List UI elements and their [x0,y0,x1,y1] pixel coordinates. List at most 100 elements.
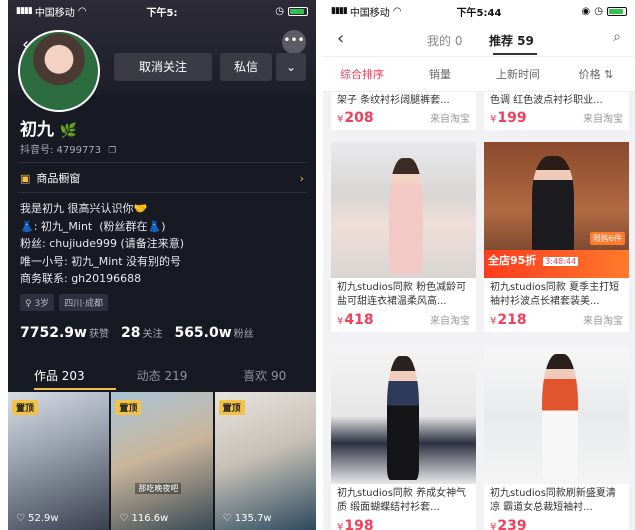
following-label: 关注 [142,329,163,340]
video-grid: 置顶 ♡ 52.9w 置顶 那吃晚夜吧 ♡ 116.6w 置顶 ♡ 135.7w [8,392,316,530]
status-time: 下午5:44 [456,7,502,19]
tab-liked[interactable]: 喜欢 90 [213,364,316,390]
product-card[interactable]: 色调 红色波点衬衫职业... ¥199 来自淘宝 [484,92,629,130]
product-image [331,142,476,278]
video-thumbnail[interactable]: 置顶 ♡ 52.9w [8,392,110,530]
chevron-right-icon: › [299,171,304,185]
product-title: 初九studios同款 粉色减龄可盐可甜连衣裙温柔风高... [337,282,467,307]
price-value: 208 [344,110,374,126]
sort-comprehensive[interactable]: 综合排序 [323,66,401,82]
likes-count: 7752.9w [20,325,87,341]
following-stat[interactable]: 28 关注 [121,322,162,341]
copy-icon[interactable]: ❐ [108,146,116,156]
product-title: 色调 红色波点衬衫职业... [490,95,603,106]
currency: ¥ [490,114,497,125]
status-bar: ▮▮▮▮ 中国移动 ◠ 下午5:44 ◉ ◷ [323,0,635,22]
shop-window-label: 商品橱窗 [36,172,81,185]
product-source: 来自淘宝 [430,114,470,125]
video-likes: ♡ 52.9w [16,513,59,524]
status-bar: ▮▮▮▮ 中国移动 ◠ 下午5: ◷ [8,0,316,22]
product-card[interactable]: 限购6件 全店95折 3:48:44 初九studios同款 夏季主打短袖衬衫波… [484,142,629,332]
profile-name-row: 初九 🌿 [20,115,77,140]
divider [18,162,306,163]
message-button[interactable]: 私信 [220,53,272,81]
pinned-badge: 置顶 [218,400,245,415]
product-title: 初九studios同款 养成女神气质 缎面蝴蝶结衬衫套... [337,488,467,513]
video-thumbnail[interactable]: 置顶 ♡ 135.7w [214,392,316,530]
product-price-row: ¥418 来自淘宝 [331,312,476,332]
sort-sales[interactable]: 销量 [401,66,479,82]
unfollow-button[interactable]: 取消关注 [114,53,212,81]
product-card[interactable]: 初九studios同款刷新盛夏清凉 霸道女总裁短袖衬... ¥239 [484,348,629,530]
model-figure [389,158,423,274]
douyin-profile-screen: ▮▮▮▮ 中国移动 ◠ 下午5: ◷ ‹ ••• 取消关注 私信 ⌄ 初九 🌿 … [8,0,316,530]
douyin-id-row: 抖音号: 4799773 ❐ [20,141,116,156]
alarm-icon: ◷ [594,5,603,17]
battery-icon [288,6,308,16]
product-title: 初九studios同款 夏季主打短袖衬衫波点长裙套装美... [490,282,620,307]
alarm-icon: ◷ [275,5,284,17]
model-figure [387,356,419,480]
lock-icon: ◉ [581,5,591,17]
signal-icon: ▮▮▮▮ [16,6,33,16]
video-caption: 那吃晚夜吧 [135,483,182,494]
video-thumbnail[interactable]: 置顶 那吃晚夜吧 ♡ 116.6w [111,392,213,530]
product-price-row: ¥208 来自淘宝 [331,110,476,130]
active-tab-indicator [34,388,116,390]
price-value: 418 [344,312,374,328]
product-price: ¥418 [337,312,374,328]
following-count: 28 [120,325,141,341]
currency: ¥ [337,316,344,327]
tab-recommend[interactable]: 推荐 59 [489,32,534,49]
currency: ¥ [337,114,344,125]
pinned-badge: 置顶 [12,400,39,415]
currency: ¥ [490,522,497,530]
followers-stat[interactable]: 565.0w 粉丝 [174,322,253,341]
product-price: ¥199 [490,110,527,126]
search-icon[interactable]: ⌕ [613,29,621,45]
tab-works[interactable]: 作品 203 [8,364,111,390]
tab-moments[interactable]: 动态 219 [111,364,214,390]
active-tab-indicator [493,53,537,55]
likes-stat[interactable]: 7752.9w 获赞 [20,322,109,341]
profile-bio: 我是初九 很高兴认识你🤝 👗: 初九_Mint (粉丝群在👗) 粉丝: chuj… [20,202,185,285]
price-value: 218 [497,312,527,328]
model-figure [542,354,578,480]
sort-newest[interactable]: 上新时间 [479,66,557,82]
recommend-dropdown-button[interactable]: ⌄ [276,53,306,81]
douyin-id: 抖音号: 4799773 [20,145,102,156]
product-price-row: ¥199 来自淘宝 [484,110,629,130]
product-price: ¥208 [337,110,374,126]
followers-label: 粉丝 [233,329,254,340]
currency: ¥ [490,316,497,327]
battery-icon [607,6,627,16]
price-value: 239 [497,518,527,530]
profile-tags: ♀ 3岁 四川·成都 [20,294,109,311]
product-source: 来自淘宝 [583,316,623,327]
shop-icon: ▣ [20,171,31,185]
video-likes: ♡ 116.6w [119,513,169,524]
likes-label: 获赞 [88,329,109,340]
product-card[interactable]: 初九studios同款 养成女神气质 缎面蝴蝶结衬衫套... ¥198 [331,348,476,530]
limit-badge: 限购6件 [589,232,625,245]
carrier-label: 中国移动 [349,7,390,19]
back-icon[interactable]: ‹ [337,28,344,49]
product-title: 架子 条纹衬衫阔腿裤套... [337,95,450,106]
tab-mine[interactable]: 我的 0 [427,32,462,49]
product-image: 限购6件 全店95折 3:48:44 [484,142,629,278]
product-card[interactable]: 架子 条纹衬衫阔腿裤套... ¥208 来自淘宝 [331,92,476,130]
product-price-row: ¥218 来自淘宝 [484,312,629,332]
shop-window-screen: ▮▮▮▮ 中国移动 ◠ 下午5:44 ◉ ◷ ‹ 我的 0 推荐 59 ⌕ 综合… [323,0,635,530]
shop-window-link[interactable]: ▣ 商品橱窗 › [20,170,304,186]
pinned-badge: 置顶 [115,400,142,415]
more-options-button[interactable]: ••• [282,30,306,54]
sort-price[interactable]: 价格 ⇅ [557,66,635,82]
avatar[interactable] [18,30,100,112]
location-tag: 四川·成都 [59,294,109,311]
product-title: 初九studios同款刷新盛夏清凉 霸道女总裁短袖衬... [490,488,616,513]
sort-bar: 综合排序 销量 上新时间 价格 ⇅ [323,56,635,92]
wifi-icon: ◠ [392,5,402,17]
product-card[interactable]: 初九studios同款 粉色减龄可盐可甜连衣裙温柔风高... ¥418 来自淘宝 [331,142,476,332]
product-price-row: ¥198 [331,518,476,530]
profile-stats: 7752.9w 获赞 28 关注 565.0w 粉丝 [20,322,254,341]
